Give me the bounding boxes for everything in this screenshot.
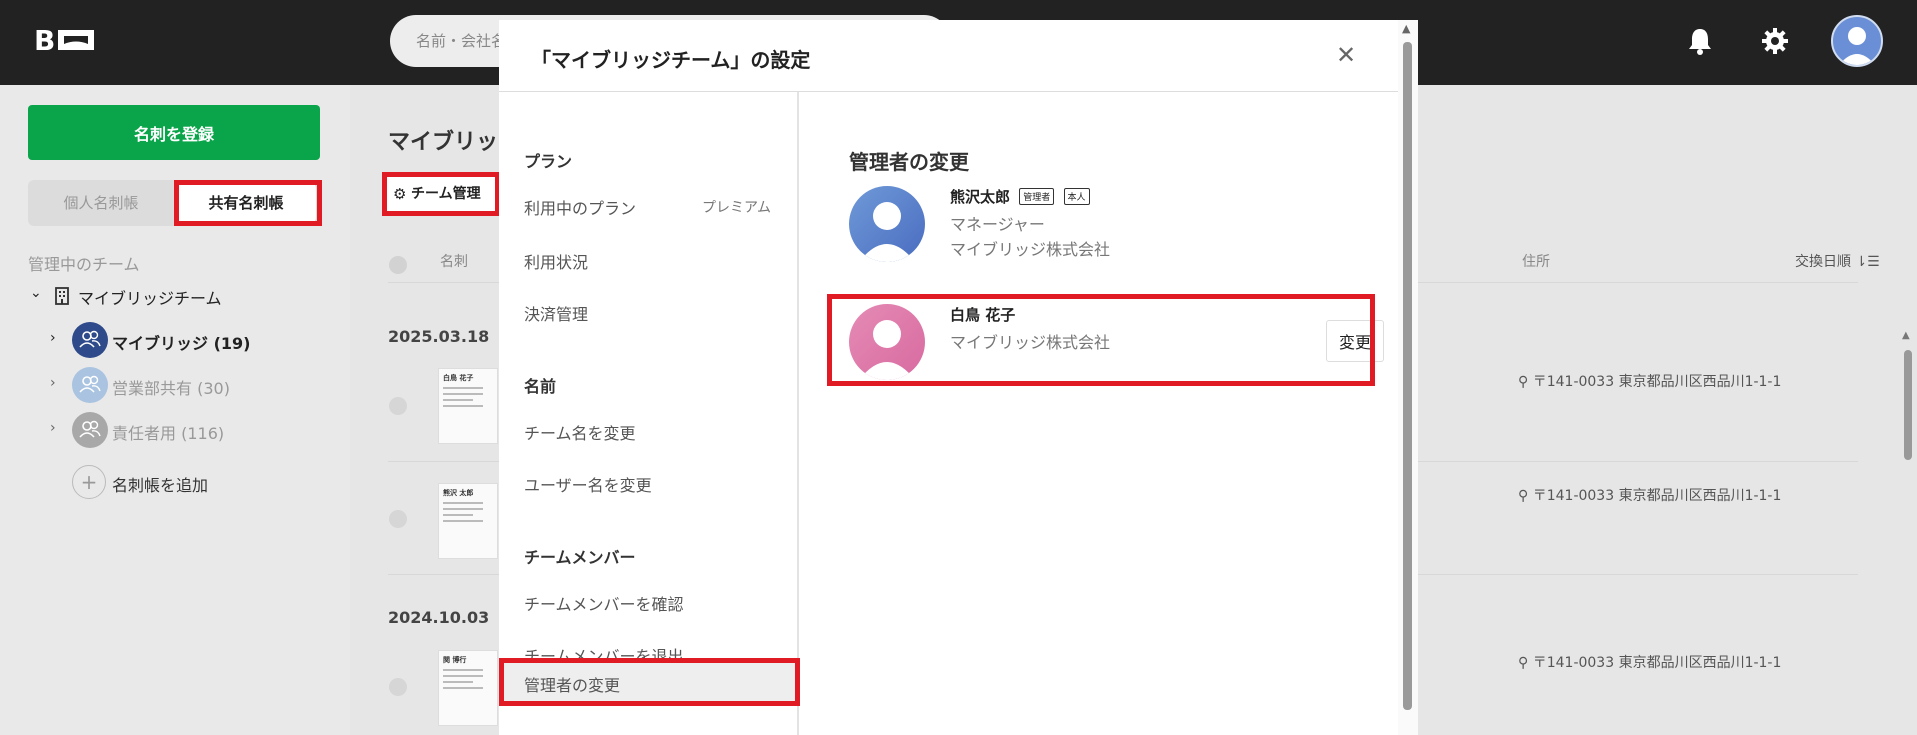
- search-placeholder: 名前・会社名: [416, 32, 507, 50]
- menu-item-plan-in-use[interactable]: 利用中のプラン: [524, 195, 636, 219]
- menu-item-usage[interactable]: 利用状況: [524, 249, 588, 273]
- team-manage-label: チーム管理: [411, 186, 481, 202]
- settings-menu: プラン 利用中のプラン プレミアム 利用状況 決済管理 名前 チーム名を変更 ユ…: [499, 92, 800, 735]
- select-all-checkbox[interactable]: [389, 256, 407, 274]
- building-icon: [55, 287, 69, 305]
- member-role: マネージャー: [950, 215, 1045, 234]
- modal-title: 「マイブリッジチーム」の設定: [531, 48, 811, 72]
- sort-icon: ⇂☰: [1855, 254, 1880, 270]
- scrollbar-thumb[interactable]: [1904, 350, 1912, 460]
- row-checkbox[interactable]: [389, 678, 407, 696]
- gear-icon: ⚙: [393, 185, 407, 203]
- date-group-header: 2024.10.03: [388, 608, 490, 627]
- card-thumbnail-name: 白鳥 花子: [443, 374, 474, 382]
- menu-item-rename-team[interactable]: チーム名を変更: [524, 420, 636, 444]
- menu-item-billing[interactable]: 決済管理: [524, 301, 588, 325]
- menu-section-name: 名前: [524, 377, 557, 396]
- chevron-down-icon[interactable]: ⌄: [30, 285, 42, 301]
- self-badge: 本人: [1063, 188, 1090, 205]
- location-pin-icon: ⚲: [1518, 374, 1529, 390]
- sidebar-item-label: 営業部共有 (30): [112, 379, 230, 398]
- menu-section-plan: プラン: [524, 152, 573, 171]
- managed-teams-caption: 管理中のチーム: [28, 255, 140, 274]
- date-group-header: 2025.03.18: [388, 327, 490, 346]
- location-pin-icon: ⚲: [1518, 655, 1529, 671]
- menu-section-members: チームメンバー: [524, 548, 636, 567]
- scroll-up-icon[interactable]: ▲: [1402, 22, 1410, 35]
- card-thumbnail-name: 熊沢 太郎: [443, 489, 474, 497]
- group-icon: [72, 367, 108, 403]
- section-heading: 管理者の変更: [849, 150, 969, 174]
- sort-by-date[interactable]: 交換日順 ⇂☰: [1795, 251, 1880, 271]
- logo-icon[interactable]: B: [34, 24, 96, 54]
- avatar: [849, 186, 925, 262]
- plan-badge: プレミアム: [702, 200, 772, 216]
- bell-icon[interactable]: [1686, 26, 1714, 56]
- team-manage-button[interactable]: ⚙ チーム管理: [382, 172, 500, 216]
- user-avatar[interactable]: [1831, 15, 1883, 67]
- svg-text:B: B: [34, 24, 55, 54]
- member-name-row: 熊沢太郎 管理者 本人: [950, 186, 1090, 207]
- highlight-shared-tab: [174, 180, 322, 226]
- column-header-address: 住所: [1522, 254, 1550, 270]
- member-name: 熊沢太郎: [950, 188, 1011, 206]
- scrollbar-thumb[interactable]: [1403, 42, 1412, 710]
- sidebar-item-label: 責任者用 (116): [112, 424, 225, 443]
- tab-personal-book[interactable]: 個人名刺帳: [28, 180, 174, 226]
- address-text: 〒141-0033 東京都品川区西品川1-1-1: [1532, 488, 1782, 504]
- sidebar: 名刺を登録 個人名刺帳 共有名刺帳 管理中のチーム ⌄ マイブリッジチーム › …: [0, 85, 350, 735]
- chevron-right-icon[interactable]: ›: [50, 330, 56, 346]
- highlight-change-admin: [499, 658, 800, 706]
- highlight-member-row: [827, 294, 1375, 386]
- row-address: ⚲ 〒141-0033 東京都品川区西品川1-1-1: [1518, 652, 1781, 672]
- card-thumbnail-name: 関 博行: [443, 656, 467, 664]
- modal-scrollbar[interactable]: ▲: [1398, 20, 1418, 735]
- close-icon[interactable]: ✕: [1331, 40, 1361, 70]
- chevron-right-icon[interactable]: ›: [50, 375, 56, 391]
- card-thumbnail[interactable]: 白鳥 花子: [438, 368, 498, 444]
- address-text: 〒141-0033 東京都品川区西品川1-1-1: [1532, 655, 1782, 671]
- menu-item-rename-user[interactable]: ユーザー名を変更: [524, 472, 652, 496]
- member-company: マイブリッジ株式会社: [950, 240, 1111, 259]
- team-name: マイブリッジチーム: [78, 289, 222, 308]
- row-address: ⚲ 〒141-0033 東京都品川区西品川1-1-1: [1518, 371, 1781, 391]
- group-icon: [72, 322, 108, 358]
- admin-member: 熊沢太郎 管理者 本人 マネージャー マイブリッジ株式会社: [849, 186, 1369, 262]
- column-header-card: 名刺: [440, 254, 468, 270]
- scroll-up-icon[interactable]: ▲: [1902, 330, 1910, 341]
- team-settings-modal: 「マイブリッジチーム」の設定 ✕ プラン 利用中のプラン プレミアム 利用状況 …: [499, 20, 1418, 735]
- person-icon: [1839, 27, 1875, 65]
- sort-label: 交換日順: [1795, 254, 1851, 270]
- location-pin-icon: ⚲: [1518, 488, 1529, 504]
- plus-icon: +: [72, 465, 106, 499]
- page-title: マイブリッ: [388, 130, 499, 155]
- row-address: ⚲ 〒141-0033 東京都品川区西品川1-1-1: [1518, 485, 1781, 505]
- group-icon: [72, 412, 108, 448]
- person-icon: [859, 202, 915, 262]
- sidebar-item-label: マイブリッジ (19): [112, 334, 251, 353]
- gear-icon[interactable]: [1760, 26, 1790, 56]
- card-thumbnail[interactable]: 熊沢 太郎: [438, 483, 498, 559]
- settings-content: 管理者の変更 熊沢太郎 管理者 本人 マネージャー マイブリッジ株式会社 白鳥 …: [799, 92, 1398, 735]
- add-card-book-label: 名刺帳を追加: [112, 476, 209, 495]
- card-thumbnail[interactable]: 関 博行: [438, 650, 498, 726]
- chevron-right-icon[interactable]: ›: [50, 420, 56, 436]
- register-card-button[interactable]: 名刺を登録: [28, 105, 320, 160]
- address-text: 〒141-0033 東京都品川区西品川1-1-1: [1532, 374, 1782, 390]
- row-checkbox[interactable]: [389, 510, 407, 528]
- row-checkbox[interactable]: [389, 397, 407, 415]
- menu-item-view-members[interactable]: チームメンバーを確認: [524, 591, 684, 615]
- admin-badge: 管理者: [1019, 188, 1055, 205]
- main-scrollbar[interactable]: ▲: [1902, 330, 1914, 735]
